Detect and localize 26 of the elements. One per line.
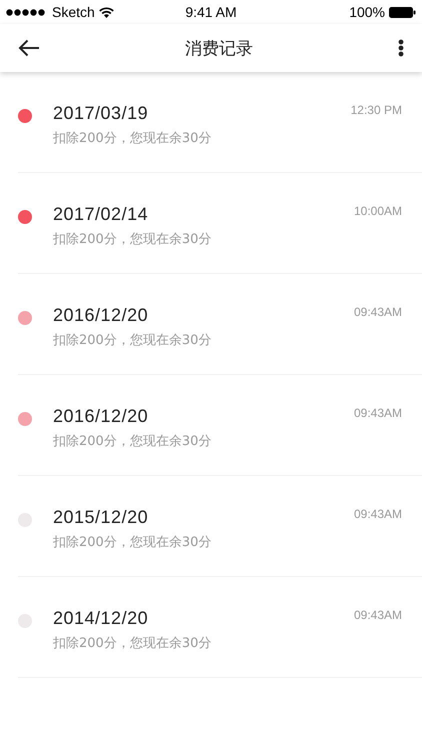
record-detail: 扣除200分，您现在余30分 [53,231,212,248]
record-detail: 扣除200分，您现在余30分 [53,433,212,450]
record-date: 2016/12/20 [53,406,148,427]
record-time: 10:00AM [354,204,402,218]
wifi-icon [98,6,114,18]
clock-time: 9:41 AM [185,4,237,20]
back-arrow-icon[interactable] [18,39,40,57]
record-date: 2015/12/20 [53,507,148,528]
record-detail: 扣除200分，您现在余30分 [53,534,212,551]
carrier-name: Sketch [52,4,95,20]
record-time: 12:30 PM [350,103,402,117]
record-detail: 扣除200分，您现在余30分 [53,130,212,147]
more-options-icon[interactable] [398,39,404,57]
battery-percent: 100% [349,4,385,20]
battery-icon [389,6,416,18]
record-time: 09:43AM [354,305,402,319]
page-title: 消费记录 [185,38,253,60]
record-date: 2017/02/14 [53,204,148,225]
record-time: 09:43AM [354,507,402,521]
record-time: 09:43AM [354,608,402,622]
record-date: 2014/12/20 [53,608,148,629]
record-detail: 扣除200分，您现在余30分 [53,635,212,652]
record-time: 09:43AM [354,406,402,420]
record-date: 2017/03/19 [53,103,148,124]
record-date: 2016/12/20 [53,305,148,326]
record-detail: 扣除200分，您现在余30分 [53,332,212,349]
